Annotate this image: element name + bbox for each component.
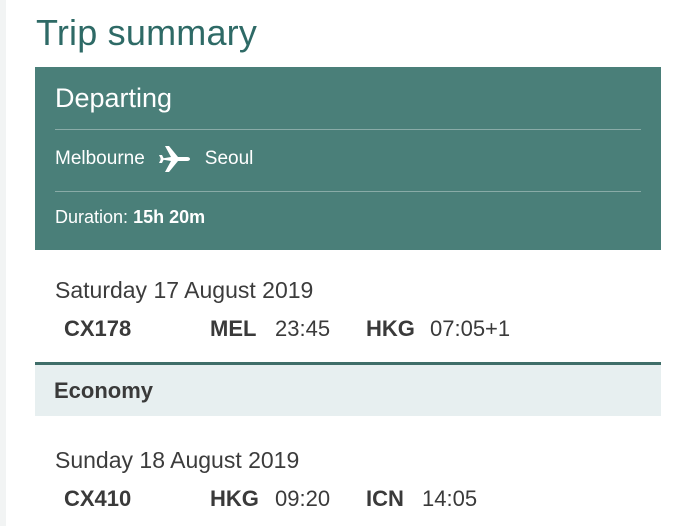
origin-city: Melbourne [55, 148, 145, 169]
segment-date: Sunday 18 August 2019 [55, 447, 300, 473]
departure-airport: HKG [210, 486, 259, 511]
cabin-class-bar: Economy [35, 362, 661, 416]
departure-time: 09:20 [275, 486, 331, 511]
card-divider [55, 191, 641, 192]
arrival-airport: HKG [366, 316, 415, 341]
flight-number: CX178 [64, 316, 132, 341]
departure-time: 23:45 [275, 316, 331, 341]
arrival-airport: ICN [366, 486, 404, 511]
destination-city: Seoul [204, 148, 254, 169]
departure-airport: MEL [210, 316, 257, 341]
duration-row: Duration: 15h 20m [55, 207, 205, 228]
plane-icon [157, 144, 193, 174]
arrival-time: 14:05 [422, 486, 478, 511]
departing-card: Departing Melbourne Seoul Duration: 15h … [35, 67, 661, 250]
page-title: Trip summary [36, 12, 258, 53]
departing-heading: Departing [55, 83, 173, 113]
route-row: Melbourne Seoul [55, 143, 253, 175]
card-divider [55, 129, 641, 130]
duration-value: 15h 20m [133, 207, 206, 227]
segment-date: Saturday 17 August 2019 [55, 277, 314, 303]
duration-label: Duration: [55, 207, 129, 227]
cabin-class-label: Economy [54, 378, 154, 403]
flight-number: CX410 [64, 486, 132, 511]
arrival-time: 07:05+1 [430, 316, 511, 341]
left-edge [0, 0, 6, 526]
trip-summary-page: Trip summary Departing Melbourne Seoul D… [0, 0, 676, 526]
